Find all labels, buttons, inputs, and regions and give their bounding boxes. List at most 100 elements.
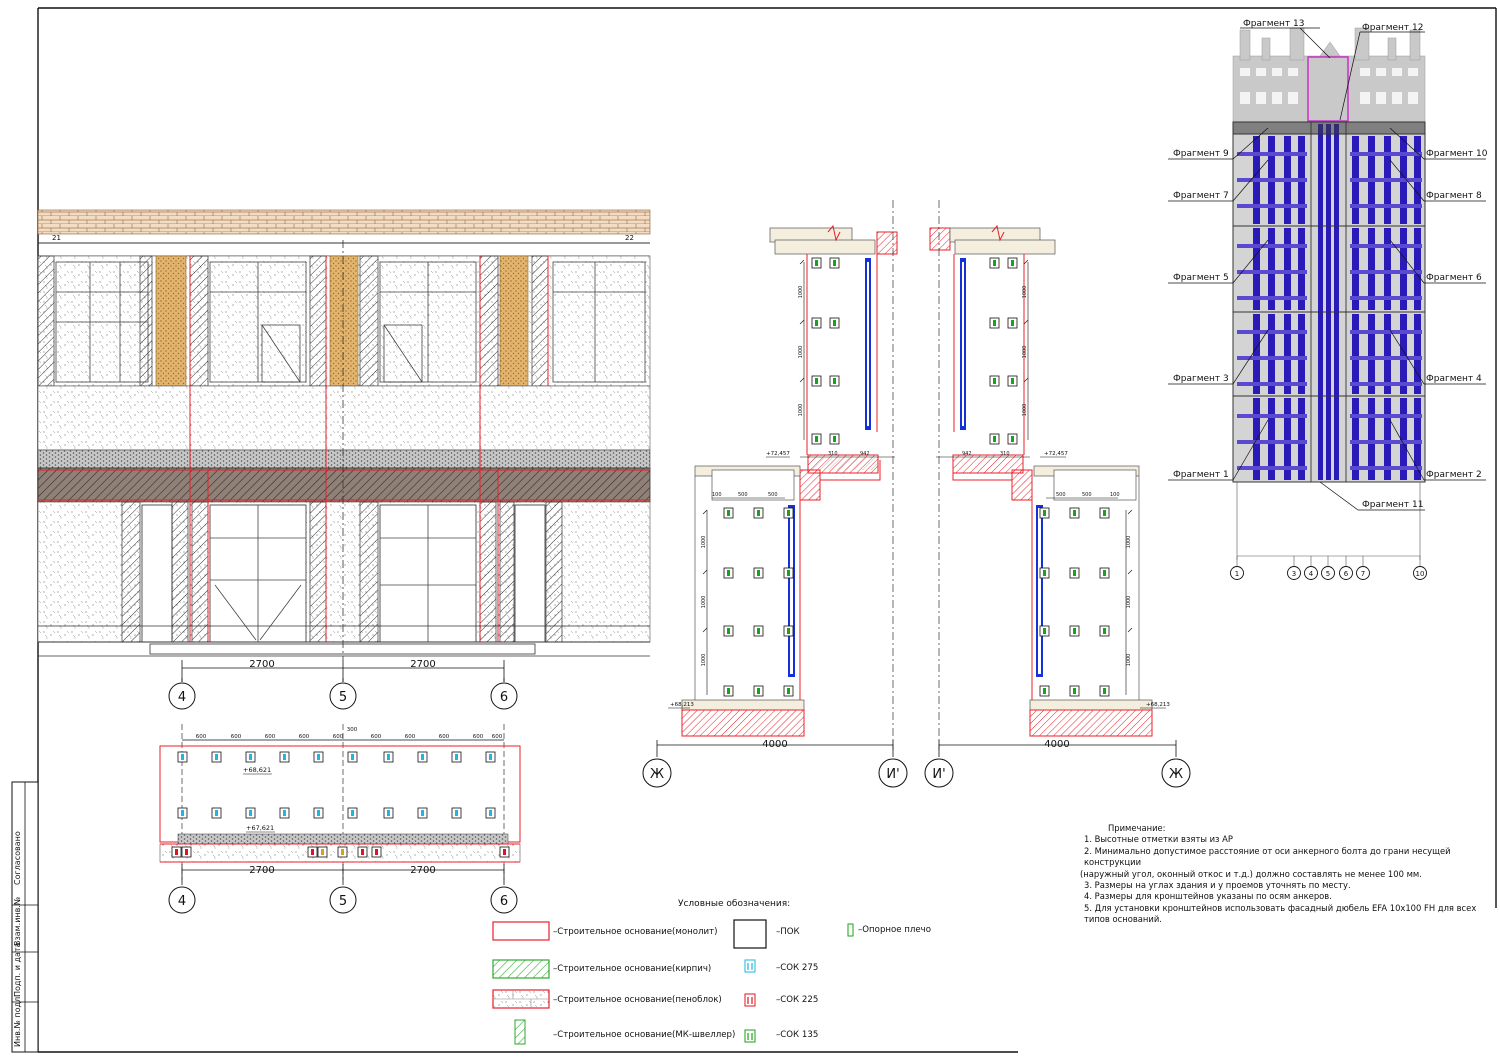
sr-level-upper: +72,457 <box>1044 451 1068 457</box>
sr-lower-anchor-7 <box>1039 625 1050 637</box>
plan-anchor-upper-8 <box>417 751 428 763</box>
plan-anchor-lower-4 <box>279 807 290 819</box>
sl-lower-anchor-7 <box>723 625 734 637</box>
plan-anchor-lower-1 <box>177 807 188 819</box>
key-bay-rail <box>1237 204 1307 208</box>
key-bay-rail <box>1237 330 1307 334</box>
note-5: 4. Размеры для кронштейнов указаны по ос… <box>1084 891 1332 902</box>
plan-spacing-1: 600 <box>196 734 207 740</box>
key-axis-7: 7 <box>1361 570 1365 578</box>
legend-channel-swatch <box>514 1019 526 1045</box>
elevation-dim-2: 2700 <box>410 659 435 670</box>
section-right-lower-vdims: 1000 1000 1000 <box>1126 509 1133 667</box>
approval-stamp: Согласовано Взам.инв.№ Подп. и дата Инв.… <box>11 781 39 1053</box>
sr-lower-vdim-2: 1000 <box>1126 596 1132 609</box>
fragment-13-label: Фрагмент 13 <box>1243 19 1304 29</box>
key-bay-rail <box>1237 440 1307 444</box>
note-6: 5. Для установки кронштейнов использоват… <box>1084 902 1477 925</box>
sr-lower-anchor-8 <box>1069 625 1080 637</box>
legend-sok275-icon <box>744 959 756 973</box>
sl-upper-anchor-6 <box>829 375 840 387</box>
sl-lower-vdim-2: 1000 <box>701 596 707 609</box>
plan-anchor-upper-2 <box>211 751 222 763</box>
plan-anchor-lower-7 <box>383 807 394 819</box>
plan-anchor-lower-9 <box>451 807 462 819</box>
elevation-axis-5: 5 <box>339 690 347 705</box>
key-bay-rail <box>1350 296 1422 300</box>
stamp-label-inv: Инв.№ подл. <box>13 994 22 1047</box>
sr-upper-anchor-1 <box>989 257 1000 269</box>
key-bay-rail <box>1237 296 1307 300</box>
plan-anchor-base-6 <box>357 846 368 858</box>
plan-dim-1: 2700 <box>249 865 274 876</box>
legend-sok225-icon <box>744 993 756 1007</box>
plan-spacing-8: 600 <box>405 734 416 740</box>
key-bay-rail <box>1237 244 1307 248</box>
sl-lower-vdim-1: 1000 <box>701 536 707 549</box>
plan-anchor-upper-6 <box>347 751 358 763</box>
section-left-lower-anchors <box>723 507 794 697</box>
elevation-mark-left: 21 <box>52 234 61 242</box>
key-bay-rail <box>1350 356 1422 360</box>
plan-spacing-5: 600 <box>333 734 344 740</box>
sl-upper-anchor-2 <box>829 257 840 269</box>
fragment-5-label: Фрагмент 5 <box>1173 273 1229 283</box>
sl-upper-anchor-1 <box>811 257 822 269</box>
sr-upper-anchor-5 <box>989 375 1000 387</box>
legend-monolith-label: –Строительное основание(монолит) <box>553 927 718 937</box>
sl-lower-anchor-8 <box>753 625 764 637</box>
legend-pok-label: –ПОК <box>776 927 800 937</box>
sr-lower-anchor-11 <box>1069 685 1080 697</box>
elevation-axis-4: 4 <box>178 690 186 705</box>
sr-upper-anchor-2 <box>1007 257 1018 269</box>
plan-anchor-lower-8 <box>417 807 428 819</box>
key-bay-rail <box>1350 270 1422 274</box>
key-bay-rail <box>1350 440 1422 444</box>
plan-anchor-base-3 <box>307 846 318 858</box>
sl-lower-anchor-12 <box>783 685 794 697</box>
plan-axis-5: 5 <box>339 894 347 909</box>
sr-lower-vdim-3: 1000 <box>1126 654 1132 667</box>
plan-anchor-base-2 <box>181 846 192 858</box>
sl-dim-942: 942 <box>860 451 870 457</box>
sr-lower-anchor-6 <box>1099 567 1110 579</box>
notes-title: Примечание: <box>1108 823 1166 833</box>
fragment-4-label: Фрагмент 4 <box>1426 374 1482 384</box>
sr-upper-vdim-3: 1000 <box>1022 404 1028 417</box>
legend-channel-label: –Строительное основание(МК-швеллер) <box>553 1030 736 1040</box>
key-bay-rail <box>1237 414 1307 418</box>
section-left-lower-vdims: 1000 1000 1000 <box>701 509 708 667</box>
sr-dim-942: 942 <box>962 451 972 457</box>
sr-lower-anchor-2 <box>1069 507 1080 519</box>
key-bay-rail <box>1350 414 1422 418</box>
sr-level-lower: +68,213 <box>1146 702 1170 708</box>
plan-anchor-upper-3 <box>245 751 256 763</box>
sl-upper-vdim-3: 1000 <box>798 404 804 417</box>
plan-anchor-upper-1 <box>177 751 188 763</box>
sr-lower-anchor-1 <box>1039 507 1050 519</box>
stamp-label-agreed: Согласовано <box>13 831 22 885</box>
section-right: 1000 1000 1000 +72,457 942 310 500 500 100… <box>924 200 1191 788</box>
key-bay-rail <box>1350 382 1422 386</box>
sl-dim-total: 4000 <box>762 739 787 750</box>
note-1: 1. Высотные отметки взяты из АР <box>1084 834 1233 845</box>
legend-monolith-swatch <box>492 921 550 941</box>
key-top-band <box>1233 122 1425 134</box>
sr-lower-vdim-1: 1000 <box>1126 536 1132 549</box>
sl-lower-anchor-3 <box>783 507 794 519</box>
sl-dim-100: 100 <box>712 492 722 498</box>
sl-lower-vdim-3: 1000 <box>701 654 707 667</box>
key-core-column-1 <box>1318 124 1323 480</box>
stamp-label-replace: Взам.инв.№ <box>13 896 22 946</box>
fragment-12-label: Фрагмент 12 <box>1362 23 1423 33</box>
fragment-9-label: Фрагмент 9 <box>1173 149 1229 159</box>
elevation-dim-1: 2700 <box>249 659 274 670</box>
plan-anchor-upper-9 <box>451 751 462 763</box>
key-bay-rail <box>1350 152 1422 156</box>
plan-anchor-upper-7 <box>383 751 394 763</box>
legend-pok-symbol <box>733 919 767 949</box>
fragment-2-label: Фрагмент 2 <box>1426 470 1482 480</box>
key-axis-5: 5 <box>1326 570 1330 578</box>
plan-spacing-10: 600 <box>473 734 484 740</box>
sl-upper-vdim-2: 1000 <box>798 346 804 359</box>
